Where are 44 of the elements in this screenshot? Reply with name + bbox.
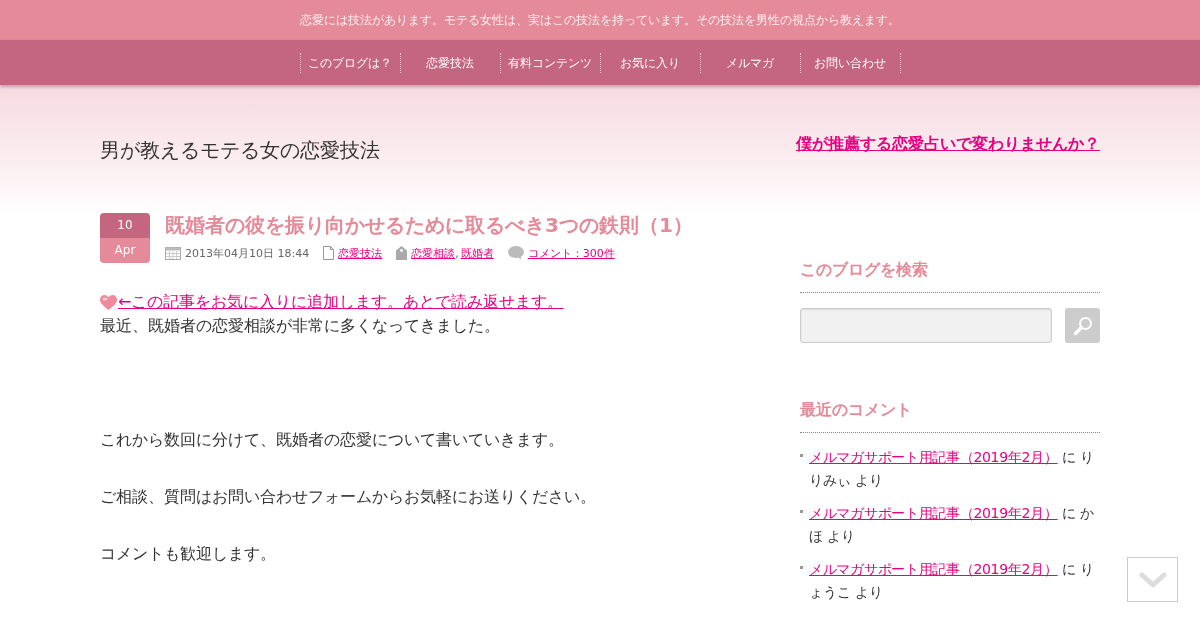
search-button[interactable] [1065,308,1100,343]
nav-link[interactable]: メルマガ [699,52,800,73]
favorite-link[interactable]: ←この記事をお気に入りに追加します。あとで読み返せます。 [118,290,564,314]
nav-link[interactable]: お問い合わせ [799,52,900,73]
site-title: 男が教えるモテる女の恋愛技法 [100,137,380,164]
comment-post-link[interactable]: メルマガサポート用記事（2019年2月） [809,449,1058,465]
comment-entry: メルマガサポート用記事（2019年2月） に かほ より [809,504,1096,546]
bullet-icon [800,566,803,569]
tagline: 恋愛には技法があります。モテる女性は、実はこの技法を持っています。その技法を男性の視点から教えます。 [300,11,900,29]
comment-post-link[interactable]: メルマガサポート用記事（2019年2月） [809,505,1058,521]
tag-icon [396,246,408,260]
bullet-icon [800,510,803,513]
nav-link[interactable]: お気に入り [599,52,700,73]
comment-entry: メルマガサポート用記事（2019年2月） に りりみぃ より [809,448,1096,490]
paragraph: ご相談、質問はお問い合わせフォームからお気軽にお送りください。 [100,486,597,508]
paragraph: 最近、既婚者の恋愛相談が非常に多くなってきました。 [100,315,501,337]
category-link[interactable]: 恋愛技法 [338,245,383,261]
date-day: 10 [100,213,150,238]
paragraph: コメントも歓迎します。 [100,543,277,565]
chevron-down-icon [1138,571,1167,588]
tag-link[interactable]: 既婚者 [460,245,494,261]
search-icon [1072,315,1093,336]
promo-link[interactable]: 僕が推薦する恋愛占いで変わりませんか？ [796,134,1100,154]
comments-link[interactable]: コメント：300件 [527,245,615,261]
widget-title: このブログを検索 [800,258,1100,293]
nav-link[interactable]: このブログは？ [299,52,400,73]
bullet-icon [800,454,803,457]
nav-link[interactable]: 有料コンテンツ [499,52,600,73]
widget-title: 最近のコメント [800,398,1100,433]
nav-link[interactable]: 恋愛技法 [399,52,500,73]
post-date: 2013年04月10日 18:44 [185,245,310,261]
post-title: 既婚者の彼を振り向かせるために取るべき3つの鉄則（1） [165,212,694,238]
search-field[interactable] [800,308,1052,343]
heart-icon [100,294,117,310]
scroll-button[interactable] [1127,557,1178,602]
tag-separator: , [455,246,459,260]
tag-link[interactable]: 恋愛相談 [411,245,456,261]
calendar-icon [165,246,181,260]
comment-post-link[interactable]: メルマガサポート用記事（2019年2月） [809,561,1058,577]
date-month: Apr [100,238,150,263]
comment-entry: メルマガサポート用記事（2019年2月） に りょうこ より [809,560,1096,602]
paragraph: これから数回に分けて、既婚者の恋愛について書いていきます。 [100,429,565,451]
speech-bubble-icon [507,246,524,260]
document-icon [323,246,335,260]
